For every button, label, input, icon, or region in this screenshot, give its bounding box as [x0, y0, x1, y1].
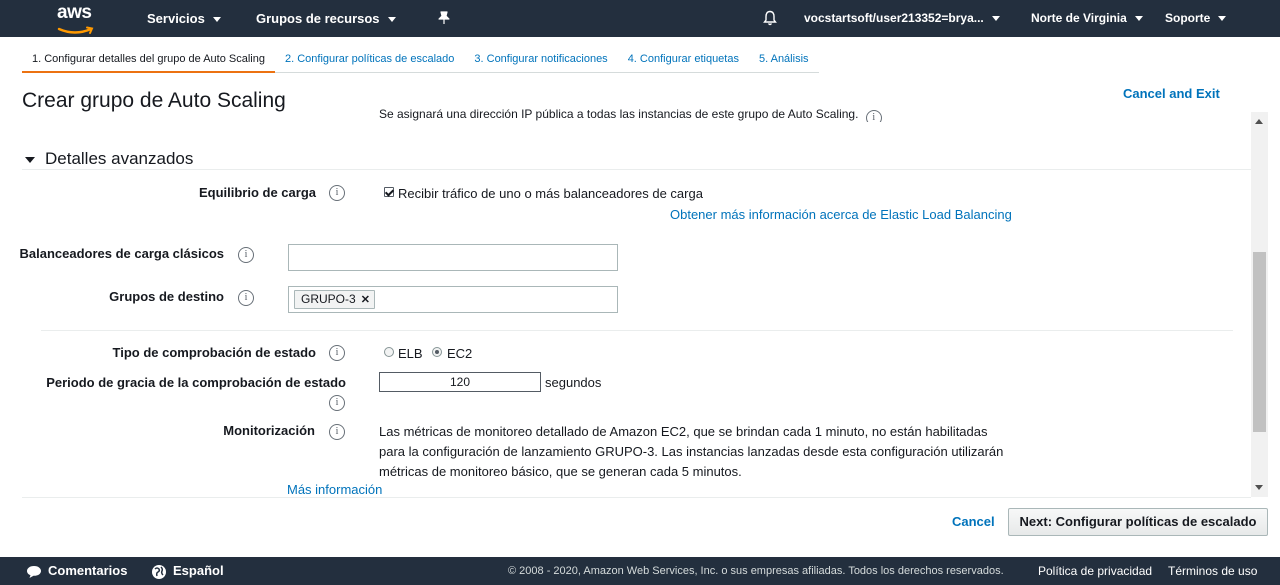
footer: Comentarios Español © 2008 - 2020, Amazo…	[0, 557, 1280, 585]
target-groups-input[interactable]: GRUPO-3 ✕	[288, 286, 618, 313]
info-icon[interactable]: i	[329, 345, 345, 361]
tab-configure-details[interactable]: 1. Configurar detalles del grupo de Auto…	[22, 46, 275, 73]
scroll-down-icon[interactable]	[1255, 485, 1263, 490]
support-menu[interactable]: Soporte	[1165, 0, 1227, 37]
bell-icon[interactable]	[763, 10, 777, 28]
advanced-details-heading: Detalles avanzados	[45, 149, 194, 168]
next-button[interactable]: Next: Configurar políticas de escalado	[1008, 508, 1268, 536]
scroll-up-icon[interactable]	[1255, 119, 1263, 124]
feedback-button[interactable]: Comentarios	[26, 557, 127, 585]
remove-token-icon[interactable]: ✕	[361, 294, 370, 306]
tab-notifications[interactable]: 3. Configurar notificaciones	[464, 46, 618, 73]
info-icon[interactable]: i	[329, 185, 345, 201]
monitoring-label: Monitorización	[223, 423, 315, 438]
aws-smile-icon	[57, 26, 94, 34]
load-balancing-label: Equilibrio de carga	[198, 185, 316, 200]
info-icon[interactable]: i	[329, 424, 345, 440]
chevron-down-icon	[991, 16, 1000, 22]
monitoring-description: Las métricas de monitoreo detallado de A…	[379, 424, 1004, 479]
grace-period-unit: segundos	[545, 375, 602, 390]
receive-traffic-label: Recibir tráfico de uno o más balanceador…	[398, 186, 703, 201]
pin-icon[interactable]	[438, 11, 450, 27]
aws-logo[interactable]: aws	[57, 2, 97, 34]
language-label: Español	[173, 563, 224, 578]
services-label: Servicios	[147, 11, 205, 26]
public-ip-note: Se asignará una dirección IP pública a t…	[379, 105, 939, 122]
speech-bubble-icon	[27, 565, 41, 578]
globe-icon	[152, 564, 166, 579]
divider	[22, 497, 1251, 498]
support-label: Soporte	[1165, 11, 1211, 25]
grace-period-input[interactable]: 120	[379, 372, 541, 392]
aws-logo-text: aws	[57, 2, 92, 23]
privacy-policy-link[interactable]: Política de privacidad	[1038, 557, 1152, 585]
health-ec2-radio[interactable]	[432, 347, 442, 357]
caret-down-icon	[25, 156, 35, 163]
account-label: vocstartsoft/user213352=brya...	[804, 11, 984, 25]
feedback-label: Comentarios	[48, 563, 128, 578]
health-elb-label: ELB	[398, 346, 423, 361]
scrollbar[interactable]	[1251, 112, 1268, 497]
tab-review[interactable]: 5. Análisis	[748, 46, 819, 73]
divider	[22, 169, 1251, 170]
tab-scaling-policies[interactable]: 2. Configurar políticas de escalado	[275, 46, 465, 73]
resource-groups-menu[interactable]: Grupos de recursos	[256, 0, 396, 37]
account-menu[interactable]: vocstartsoft/user213352=brya...	[804, 0, 1000, 37]
info-icon[interactable]: i	[238, 247, 254, 263]
advanced-details-toggle[interactable]: Detalles avanzados	[25, 149, 193, 169]
info-icon[interactable]: i	[238, 290, 254, 306]
cancel-and-exit-link[interactable]: Cancel and Exit	[1123, 86, 1220, 101]
terms-of-use-link[interactable]: Términos de uso	[1168, 557, 1257, 585]
receive-traffic-checkbox[interactable]	[384, 187, 394, 197]
classic-lb-input[interactable]	[288, 244, 618, 271]
cancel-button[interactable]: Cancel	[952, 514, 995, 529]
chevron-down-icon	[1218, 16, 1227, 22]
wizard-tabs: 1. Configurar detalles del grupo de Auto…	[22, 46, 819, 73]
divider	[41, 330, 1233, 331]
page-title: Crear grupo de Auto Scaling	[22, 89, 286, 112]
target-group-token: GRUPO-3 ✕	[294, 290, 375, 309]
target-groups-label: Grupos de destino	[109, 289, 224, 304]
region-menu[interactable]: Norte de Virginia	[1031, 0, 1143, 37]
resource-groups-label: Grupos de recursos	[256, 11, 380, 26]
info-icon[interactable]: i	[865, 110, 882, 122]
chevron-down-icon	[387, 17, 396, 23]
health-check-type-label: Tipo de comprobación de estado	[112, 345, 316, 360]
public-ip-note-text: Se asignará una dirección IP pública a t…	[379, 107, 859, 121]
classic-lb-label: Balanceadores de carga clásicos	[19, 246, 224, 261]
more-info-link[interactable]: Más información	[287, 482, 382, 497]
target-group-token-label: GRUPO-3	[301, 292, 356, 306]
health-ec2-label: EC2	[447, 346, 473, 361]
scroll-thumb[interactable]	[1253, 252, 1266, 432]
copyright-text: © 2008 - 2020, Amazon Web Services, Inc.…	[508, 565, 1004, 577]
top-navigation: aws Servicios Grupos de recursos vocstar…	[0, 0, 1280, 37]
tab-tags[interactable]: 4. Configurar etiquetas	[617, 46, 749, 73]
elb-info-link[interactable]: Obtener más información acerca de Elasti…	[670, 207, 1012, 222]
chevron-down-icon	[1134, 16, 1143, 22]
grace-period-label: Periodo de gracia de la comprobación de …	[46, 375, 346, 390]
region-label: Norte de Virginia	[1031, 11, 1127, 25]
chevron-down-icon	[212, 17, 221, 23]
info-icon[interactable]: i	[329, 395, 345, 411]
services-menu[interactable]: Servicios	[147, 0, 221, 37]
health-elb-radio[interactable]	[384, 347, 394, 357]
language-selector[interactable]: Español	[151, 557, 224, 585]
